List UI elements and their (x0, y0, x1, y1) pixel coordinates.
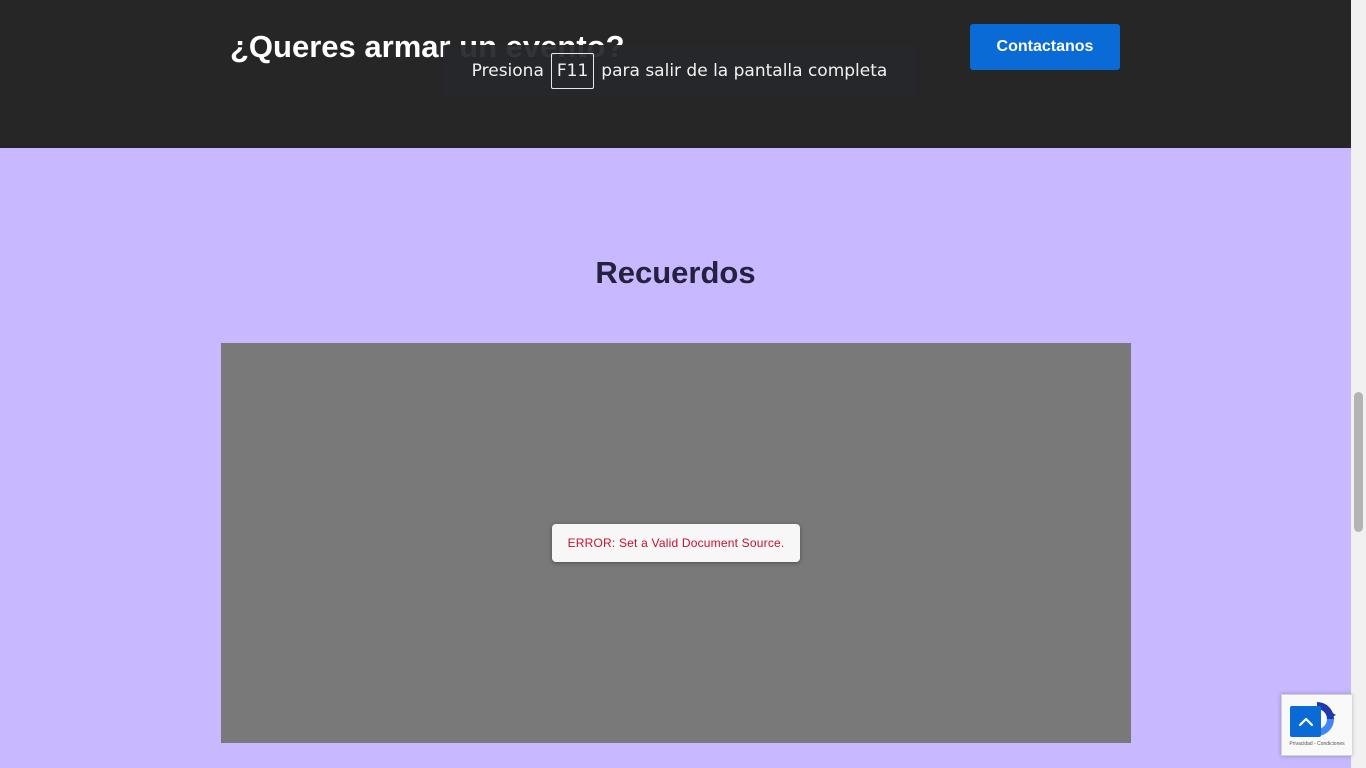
fullscreen-exit-notice: Presiona F11 para salir de la pantalla c… (443, 45, 916, 97)
document-viewer[interactable]: ERROR: Set a Valid Document Source. (221, 343, 1131, 743)
page-scrollbar[interactable] (1351, 0, 1366, 768)
contact-button[interactable]: Contactanos (970, 24, 1120, 70)
fullscreen-notice-suffix: para salir de la pantalla completa (601, 61, 888, 81)
viewer-error-message: ERROR: Set a Valid Document Source. (552, 524, 800, 562)
fullscreen-notice-prefix: Presiona (471, 61, 544, 81)
back-to-top-button[interactable] (1290, 706, 1321, 737)
recaptcha-footer-links[interactable]: Privacidad - Condiciones (1282, 741, 1352, 747)
section-title-recuerdos: Recuerdos (595, 255, 756, 290)
fullscreen-notice-key: F11 (550, 53, 595, 89)
scrollbar-thumb[interactable] (1354, 392, 1363, 532)
page: ¿Queres armar un evento? Contactanos Pre… (0, 0, 1366, 768)
chevron-up-icon (1298, 717, 1313, 726)
